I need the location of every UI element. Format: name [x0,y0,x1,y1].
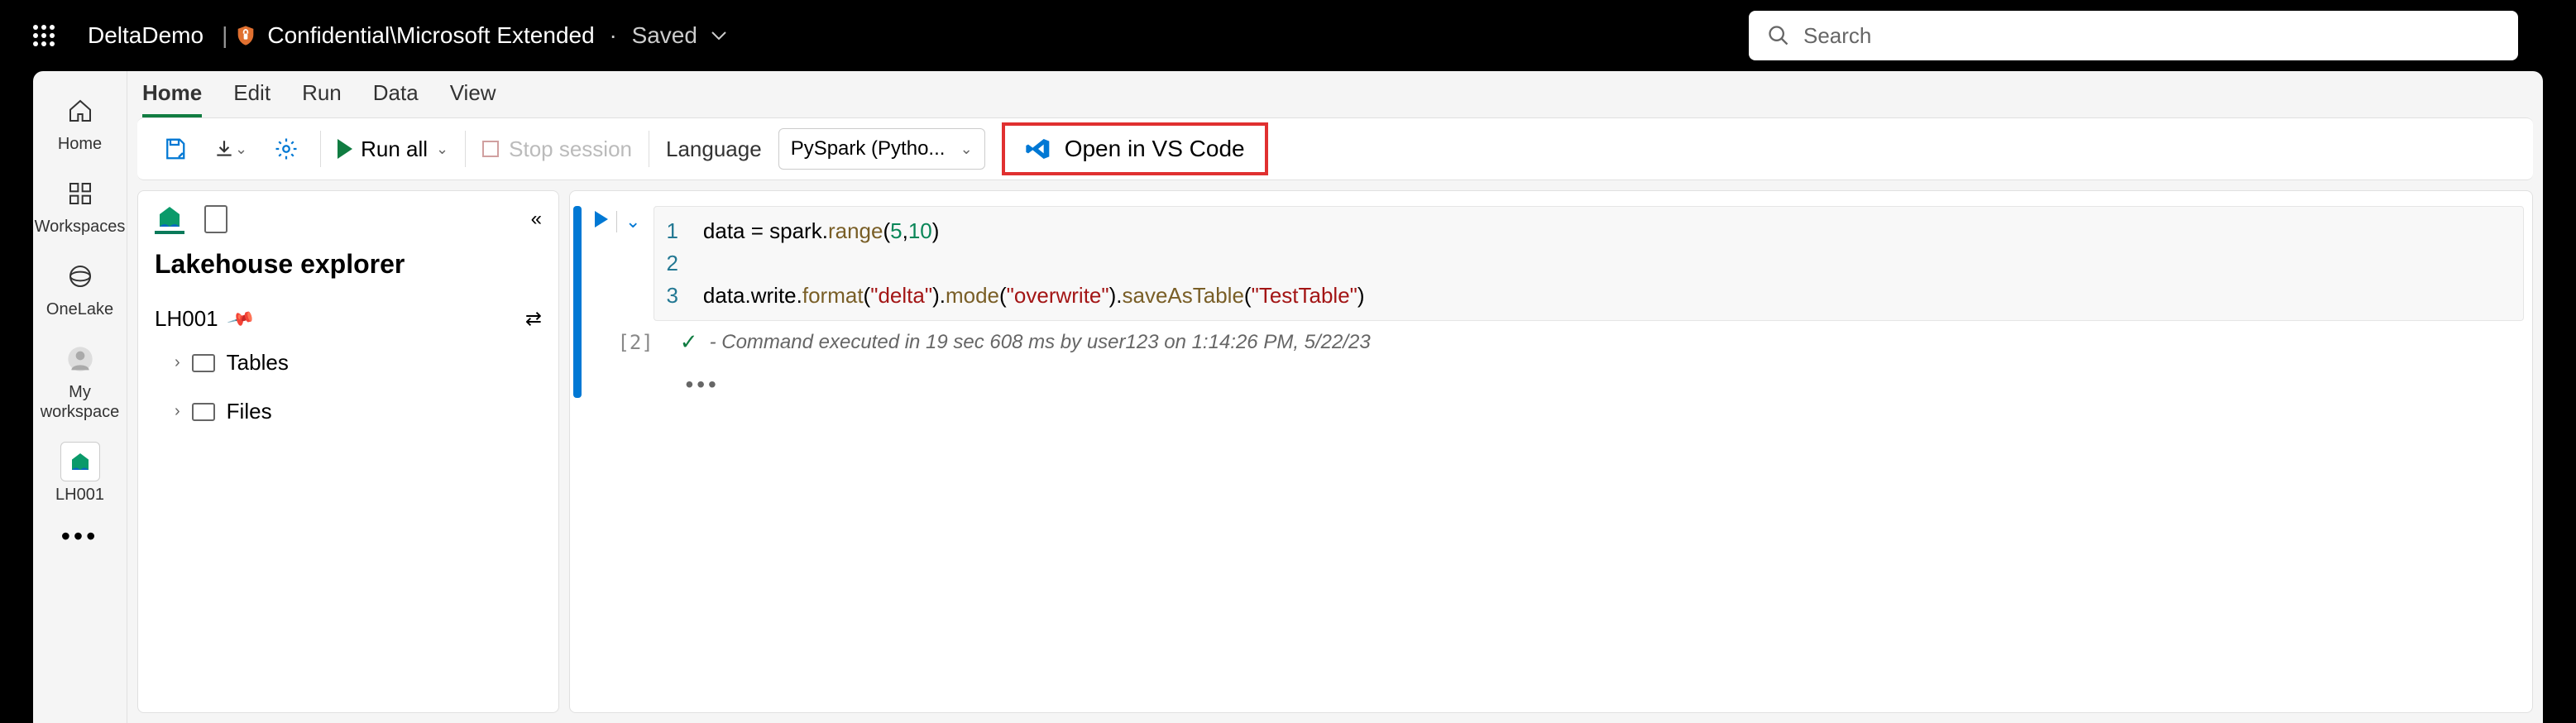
app-launcher-icon[interactable] [33,25,55,46]
rail-item-home[interactable]: Home [33,81,127,164]
files-label: Files [227,399,272,424]
stop-session-button[interactable]: Stop session [482,136,632,162]
tree-item-files[interactable]: › Files [155,387,542,436]
rail-label: OneLake [46,299,113,319]
stop-icon [482,141,499,157]
home-icon [67,98,93,124]
tab-run[interactable]: Run [302,72,342,117]
toolbar: ⌄ Run all ⌄ Stop session Language [137,117,2533,180]
shield-icon [234,24,257,47]
rail-label: Workspaces [35,217,126,237]
search-input[interactable] [1803,23,2500,49]
run-all-button[interactable]: Run all ⌄ [338,136,448,162]
separator [320,131,321,167]
chevron-right-icon: › [175,402,180,421]
tables-label: Tables [227,350,289,376]
notebook-area: ⌄ 123 data = spark.range(5,10) data.writ… [569,190,2533,713]
tab-edit[interactable]: Edit [233,72,271,117]
top-header: DeltaDemo | Confidential\Microsoft Exten… [0,0,2576,71]
chevron-down-icon: ⌄ [960,141,973,158]
settings-button[interactable] [269,132,304,166]
search-box[interactable] [1749,11,2518,60]
open-vscode-button[interactable]: Open in VS Code [1002,122,1268,175]
rail-item-onelake[interactable]: OneLake [33,247,127,329]
language-select[interactable]: PySpark (Pytho... ⌄ [778,128,985,170]
tab-data[interactable]: Data [373,72,419,117]
check-icon: ✓ [680,329,698,355]
rail-more-icon[interactable]: ••• [61,521,99,552]
language-label: Language [666,136,762,162]
stop-session-label: Stop session [509,136,632,162]
collapse-icon[interactable]: « [531,208,542,231]
rail-item-workspaces[interactable]: Workspaces [33,164,127,247]
chevron-down-icon: ⌄ [436,141,448,158]
explorer-title: Lakehouse explorer [155,249,542,280]
saved-status: Saved [632,22,697,49]
vscode-icon [1025,136,1051,162]
lakehouse-tab-icon[interactable] [155,204,184,234]
chevron-right-icon: › [175,353,180,372]
tree-item-tables[interactable]: › Tables [155,338,542,387]
gear-icon [274,136,299,161]
download-icon [213,138,235,160]
notebook-cell: ⌄ 123 data = spark.range(5,10) data.writ… [570,206,2532,398]
tab-bar: Home Edit Run Data View [127,71,2543,117]
rail-label: LH001 [55,485,104,505]
workspace-title: DeltaDemo [88,22,203,49]
vscode-label: Open in VS Code [1065,136,1245,162]
save-button[interactable] [157,132,192,166]
separator [616,211,617,232]
run-all-label: Run all [361,136,428,162]
search-icon [1767,24,1790,47]
rail-label: My workspace [33,382,127,422]
person-icon [67,346,93,372]
code-content: data = spark.range(5,10) data.write.form… [703,215,1365,312]
exec-count: [2] [617,331,653,354]
lakehouse-row[interactable]: LH001 📌 ⇄ [155,299,542,338]
separator [465,131,466,167]
download-button[interactable]: ⌄ [208,133,252,165]
rail-item-myworkspace[interactable]: My workspace [33,329,127,432]
chevron-down-icon: ⌄ [235,141,247,158]
saved-dot: · [603,22,624,49]
workspaces-icon [67,180,93,207]
language-value: PySpark (Pytho... [791,137,946,160]
lakehouse-icon [68,449,93,474]
swap-icon[interactable]: ⇄ [525,307,542,331]
chevron-down-icon[interactable] [711,31,727,41]
lakehouse-name: LH001 [155,306,218,332]
lakehouse-explorer-panel: « Lakehouse explorer LH001 📌 ⇄ › Tables [137,190,559,713]
save-icon [162,136,187,161]
onelake-icon [67,263,93,290]
code-editor[interactable]: 123 data = spark.range(5,10) data.write.… [654,206,2524,321]
rail-item-lh001[interactable]: LH001 [33,432,127,515]
rail-label: Home [58,134,102,154]
cell-more-icon[interactable]: ••• [685,371,2524,398]
classification-label: Confidential\Microsoft Extended [267,22,594,49]
line-numbers: 123 [666,215,702,312]
chevron-down-icon[interactable]: ⌄ [625,211,640,232]
resources-tab-icon[interactable] [204,205,227,233]
tab-view[interactable]: View [450,72,496,117]
divider: | [222,22,227,49]
cell-output: [2] ✓ - Command executed in 19 sec 608 m… [654,321,2524,363]
left-rail: Home Workspaces OneLake My workspace [33,71,127,723]
run-cell-button[interactable] [595,211,608,227]
folder-icon [192,403,215,421]
folder-icon [192,354,215,372]
pin-icon[interactable]: 📌 [226,304,256,333]
play-icon [338,139,352,159]
tab-home[interactable]: Home [142,72,202,117]
cell-gutter [573,206,582,398]
status-text: - Command executed in 19 sec 608 ms by u… [710,331,1371,354]
